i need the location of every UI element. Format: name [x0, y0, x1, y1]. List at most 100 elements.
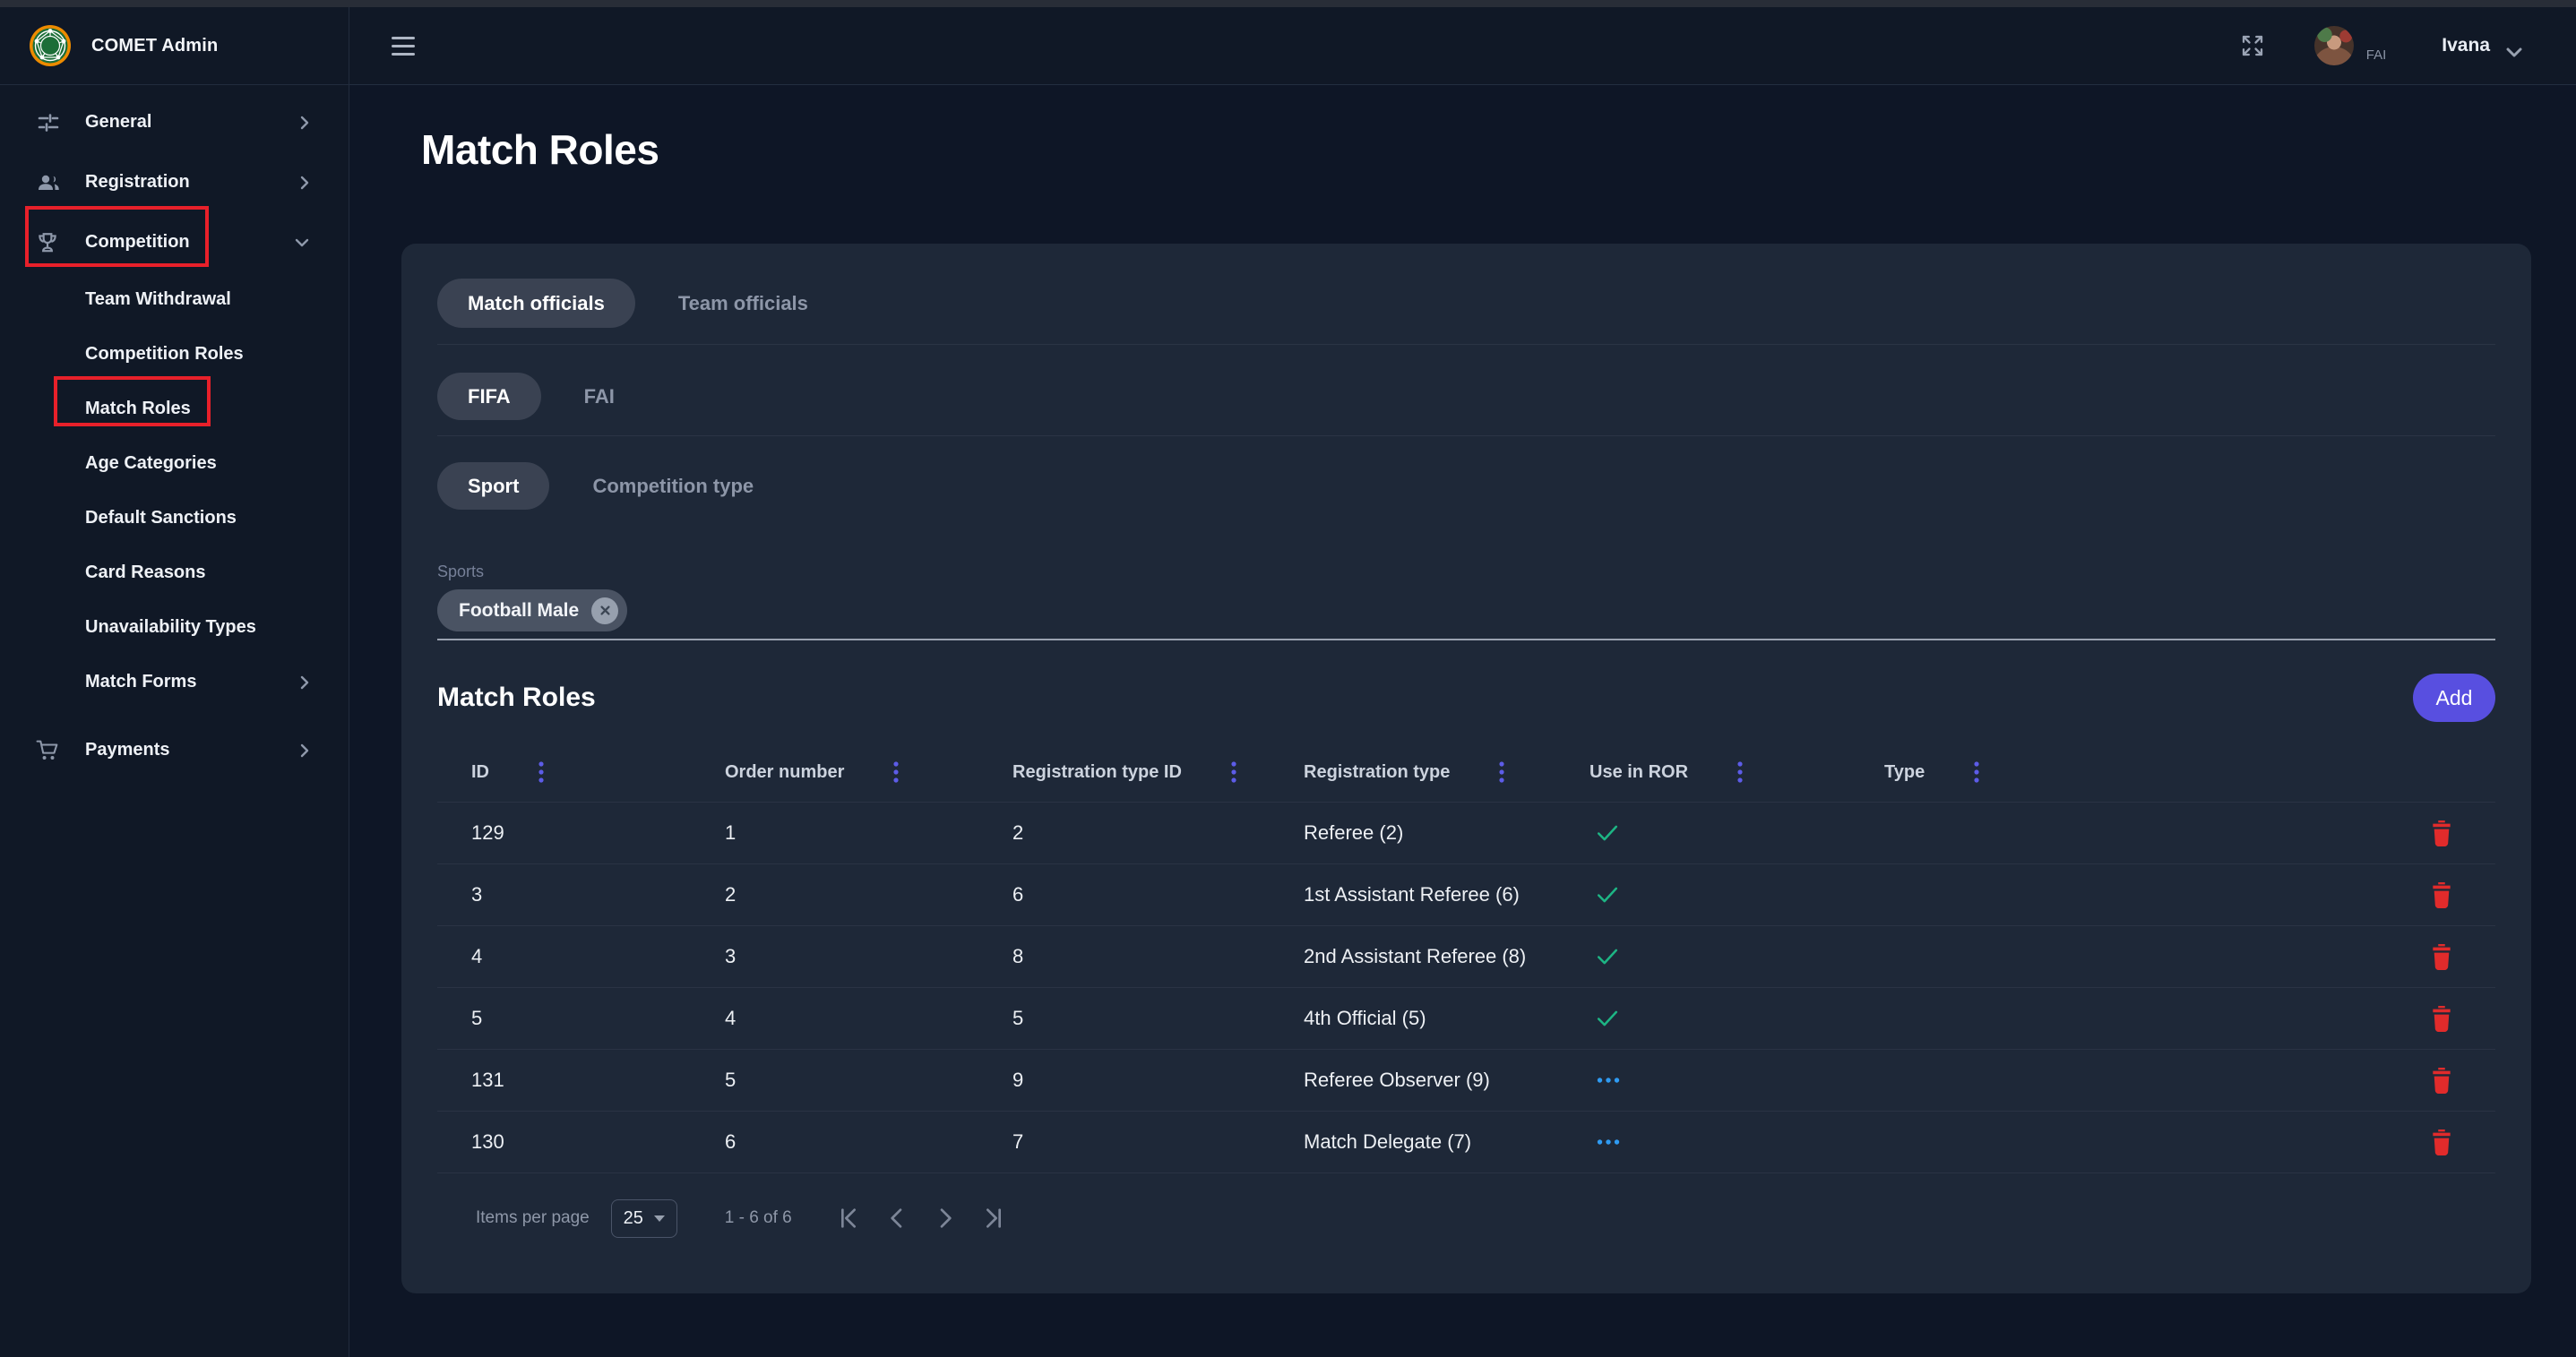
previous-page-icon[interactable] [886, 1207, 908, 1229]
column-menu-icon[interactable] [1231, 761, 1236, 783]
sports-field-label: Sports [437, 563, 2495, 581]
sidebar-item-unavailability-types[interactable]: Unavailability Types [0, 600, 349, 655]
sidebar-item-default-sanctions[interactable]: Default Sanctions [0, 491, 349, 545]
cell-registration-type-id: 5 [1012, 1007, 1304, 1030]
cell-order-number: 4 [725, 1007, 1012, 1030]
sidebar-item-payments[interactable]: Payments [0, 720, 349, 780]
column-header-use-in-ror: Use in ROR [1590, 762, 1688, 783]
cell-registration-type-id: 6 [1012, 883, 1304, 906]
sidebar-item-general[interactable]: General [0, 92, 349, 152]
cell-order-number: 3 [725, 945, 1012, 968]
people-icon [36, 170, 61, 195]
sport-chip-football-male[interactable]: Football Male [437, 589, 627, 631]
table-row: 3 2 6 1st Assistant Referee (6) [437, 864, 2495, 926]
use-in-ror-indicator [1597, 1078, 1620, 1083]
delete-row-icon[interactable] [2430, 1006, 2453, 1032]
chevron-right-icon [300, 116, 309, 130]
cart-icon [36, 738, 61, 763]
delete-row-icon[interactable] [2430, 1129, 2453, 1155]
chevron-right-icon [300, 743, 309, 758]
page-content: Match Roles Match officials Team officia… [349, 85, 2576, 1357]
user-menu[interactable]: Ivana [2442, 35, 2522, 57]
annotation-box-match-roles [54, 376, 211, 426]
cell-order-number: 2 [725, 883, 1012, 906]
federation-tabs: FIFA FAI [437, 373, 2495, 420]
filter-mode-tabs: Sport Competition type [437, 462, 2495, 510]
column-header-type: Type [1884, 762, 1925, 783]
tab-sport[interactable]: Sport [437, 462, 549, 510]
add-button[interactable]: Add [2413, 674, 2495, 722]
officials-tabs: Match officials Team officials [437, 244, 2495, 328]
use-in-ror-indicator [1597, 1009, 1618, 1027]
divider [437, 344, 2495, 345]
use-in-ror-indicator [1597, 886, 1618, 904]
ellipsis-icon [1597, 1078, 1620, 1083]
tab-match-officials[interactable]: Match officials [437, 279, 635, 328]
sidebar-item-registration[interactable]: Registration [0, 152, 349, 212]
tab-fai[interactable]: FAI [554, 373, 645, 420]
check-icon [1597, 886, 1618, 904]
table-row: 4 3 8 2nd Assistant Referee (8) [437, 926, 2495, 988]
table-row: 129 1 2 Referee (2) [437, 803, 2495, 864]
chip-label: Football Male [459, 600, 579, 622]
cell-id: 5 [437, 1007, 725, 1030]
delete-row-icon[interactable] [2430, 882, 2453, 908]
column-menu-icon[interactable] [1974, 761, 1979, 783]
user-org-badge: FAI [2366, 47, 2387, 63]
cell-order-number: 1 [725, 821, 1012, 845]
column-menu-icon[interactable] [1737, 761, 1743, 783]
column-menu-icon[interactable] [893, 761, 899, 783]
items-per-page-label: Items per page [476, 1208, 590, 1228]
sidebar-item-card-reasons[interactable]: Card Reasons [0, 545, 349, 600]
comet-logo-icon [29, 24, 72, 67]
cell-registration-type: Referee (2) [1304, 821, 1590, 845]
chevron-right-icon [300, 176, 309, 190]
sidebar-item-match-forms[interactable]: Match Forms [0, 655, 349, 709]
sidebar-item-team-withdrawal[interactable]: Team Withdrawal [0, 272, 349, 327]
table-header-row: ID Order number Registration type ID Reg… [437, 743, 2495, 803]
use-in-ror-indicator [1597, 1139, 1620, 1145]
avatar[interactable] [2314, 26, 2354, 65]
tab-team-officials[interactable]: Team officials [648, 279, 839, 328]
delete-row-icon[interactable] [2430, 1068, 2453, 1094]
table-row: 5 4 5 4th Official (5) [437, 988, 2495, 1050]
chevron-right-icon [300, 675, 309, 690]
column-menu-icon[interactable] [1499, 761, 1504, 783]
check-icon [1597, 1009, 1618, 1027]
tab-fifa[interactable]: FIFA [437, 373, 541, 420]
chevron-down-icon [295, 238, 309, 247]
cell-id: 130 [437, 1130, 725, 1154]
column-header-registration-type-id: Registration type ID [1012, 762, 1182, 783]
items-per-page-select[interactable]: 25 [611, 1199, 677, 1238]
sidebar-item-label: Default Sanctions [85, 508, 237, 528]
sidebar-item-competition-roles[interactable]: Competition Roles [0, 327, 349, 382]
user-name: Ivana [2442, 35, 2490, 56]
next-page-icon[interactable] [935, 1207, 956, 1229]
check-icon [1597, 948, 1618, 966]
sidebar-item-label: General [85, 112, 151, 133]
table-row: 131 5 9 Referee Observer (9) [437, 1050, 2495, 1112]
delete-row-icon[interactable] [2430, 944, 2453, 970]
cell-registration-type-id: 8 [1012, 945, 1304, 968]
tab-competition-type[interactable]: Competition type [562, 462, 784, 510]
column-header-id: ID [471, 762, 489, 783]
cell-registration-type: Referee Observer (9) [1304, 1069, 1590, 1092]
column-menu-icon[interactable] [538, 761, 544, 783]
first-page-icon[interactable] [838, 1207, 859, 1229]
match-roles-table: ID Order number Registration type ID Reg… [437, 743, 2495, 1173]
dropdown-caret-icon [654, 1215, 665, 1222]
app-title: COMET Admin [91, 36, 218, 56]
last-page-icon[interactable] [983, 1207, 1004, 1229]
annotation-box-competition [25, 206, 209, 267]
fullscreen-icon[interactable] [2241, 34, 2264, 57]
sidebar-item-label: Card Reasons [85, 563, 206, 583]
remove-chip-icon[interactable] [591, 597, 618, 624]
delete-row-icon[interactable] [2430, 820, 2453, 846]
cell-registration-type: 1st Assistant Referee (6) [1304, 883, 1590, 906]
hamburger-menu-icon[interactable] [392, 37, 415, 56]
sports-chip-row: Football Male [437, 589, 2495, 631]
sidebar-item-age-categories[interactable]: Age Categories [0, 436, 349, 491]
column-header-order-number: Order number [725, 762, 844, 783]
cell-registration-type: Match Delegate (7) [1304, 1130, 1590, 1154]
use-in-ror-indicator [1597, 948, 1618, 966]
